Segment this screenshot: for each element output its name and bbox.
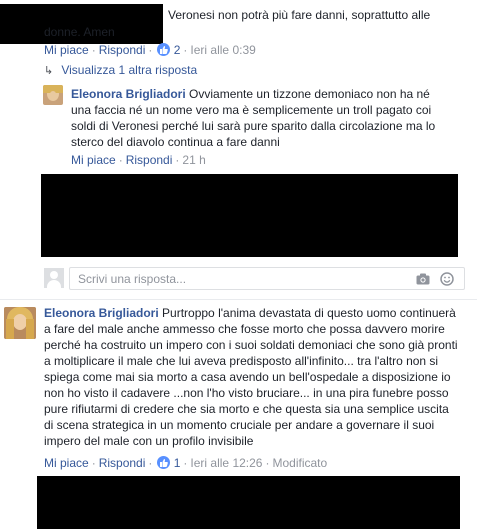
reply-1-line-2: una faccia né un nome vero ma è semplice…: [71, 103, 432, 117]
comment-2-line: impero del male con un profilo invisibil…: [44, 434, 254, 448]
like-button[interactable]: Mi piace: [71, 153, 116, 167]
current-user-avatar: [44, 268, 64, 288]
comment-1-line-1: Veronesi non potrà più fare danni, sopra…: [168, 8, 431, 22]
comment-1-text-line-2: donne. Amen: [44, 25, 115, 39]
reply-1-body: Eleonora Brigliadori Ovviamente un tizzo…: [71, 86, 473, 102]
like-thumb-icon[interactable]: [157, 456, 171, 469]
reply-button[interactable]: Rispondi: [99, 43, 146, 57]
divider: [0, 299, 477, 300]
comment-time[interactable]: 21 h: [182, 153, 205, 167]
comment-2-line: pure rifiutarmi di credere che sia morto…: [44, 402, 449, 416]
reply-input[interactable]: Scrivi una risposta...: [69, 267, 465, 290]
comment-2-line: a fare del male anche ammesso che fosse …: [44, 322, 445, 336]
comment-2-actions: Mi piace · Rispondi · 1 · Ieri alle 12:26 · Mod…: [44, 456, 328, 470]
like-thumb-icon[interactable]: [157, 43, 171, 56]
view-more-replies[interactable]: ↳ Visualizza 1 altra risposta: [44, 62, 197, 78]
reply-button[interactable]: Rispondi: [99, 456, 146, 470]
like-button[interactable]: Mi piace: [44, 43, 89, 57]
reply-1-line-1: Ovviamente un tizzone demoniaco non ha n…: [189, 87, 430, 101]
redacted-reply-block: [41, 174, 458, 257]
avatar[interactable]: [4, 307, 36, 339]
comment-time[interactable]: Ieri alle 12:26: [190, 456, 262, 470]
reply-arrow-icon: ↳: [44, 65, 54, 77]
comment-2-line: a moltiplicare il male che lui aveva pre…: [44, 354, 439, 368]
reply-1-line-4: sterco del diavolo continua a fare danni: [71, 135, 280, 149]
reply-input-placeholder: Scrivi una risposta...: [78, 272, 187, 286]
likes-count[interactable]: 2: [174, 43, 181, 57]
reply-button[interactable]: Rispondi: [126, 153, 173, 167]
comment-2-line: non ho visto il cadavere ...non l'ho vis…: [44, 386, 449, 400]
reply-1-actions: Mi piace · Rispondi · 21 h: [71, 153, 206, 167]
emoji-icon[interactable]: [440, 272, 454, 289]
comment-time[interactable]: Ieri alle 0:39: [190, 43, 255, 57]
redacted-reply-block: [37, 476, 460, 529]
reply-1-line-3: soldi di Veronesi perché lui sarà pure s…: [71, 119, 436, 133]
author-name[interactable]: Eleonora Brigliadori: [44, 306, 159, 320]
likes-count[interactable]: 1: [174, 456, 181, 470]
like-button[interactable]: Mi piace: [44, 456, 89, 470]
comment-2-line: perché ha costruito un impero con i suoi…: [44, 338, 458, 352]
edited-label[interactable]: Modificato: [272, 456, 327, 470]
comment-2-line-1: Eleonora Brigliadori Purtroppo l'anima d…: [44, 305, 474, 321]
comment-2-text: Purtroppo l'anima devastata di questo uo…: [162, 306, 456, 320]
comment-1-actions: Mi piace · Rispondi · 2 · Ieri alle 0:39: [44, 43, 256, 57]
comment-1-text: Veronesi non potrà più fare danni, sopra…: [168, 7, 473, 23]
view-more-label[interactable]: Visualizza 1 altra risposta: [61, 63, 197, 77]
author-name[interactable]: Eleonora Brigliadori: [71, 87, 186, 101]
avatar[interactable]: [43, 85, 63, 105]
camera-icon[interactable]: [416, 273, 430, 288]
comment-2-line: spiega come mai sia morto a casa avendo …: [44, 370, 451, 384]
comment-2-line: di scena strategica in un momento crucia…: [44, 418, 435, 432]
